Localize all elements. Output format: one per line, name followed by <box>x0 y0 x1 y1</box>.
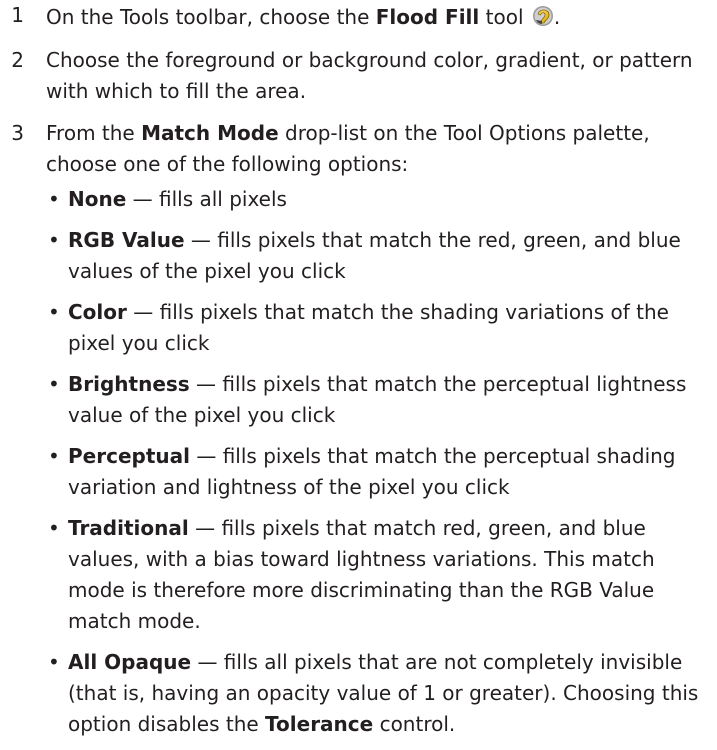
tolerance-term: Tolerance <box>265 712 374 736</box>
instruction-steps: 1 On the Tools toolbar, choose the Flood… <box>0 0 717 750</box>
step-2: 2 Choose the foreground or background co… <box>0 45 717 107</box>
bullet: • <box>48 650 60 674</box>
option-name: All Opaque <box>68 650 192 674</box>
list-item: • Traditional — fills pixels that match … <box>46 513 717 637</box>
option-description: — fills pixels that match the shading va… <box>68 300 669 355</box>
option-name: Traditional <box>68 516 189 540</box>
step-number: 2 <box>11 48 24 72</box>
list-item: • Brightness — fills pixels that match t… <box>46 369 717 431</box>
step-text: From the <box>46 121 142 145</box>
bullet: • <box>48 187 60 211</box>
step-text: Choose the foreground or background colo… <box>46 48 693 103</box>
list-item: • Perceptual — fills pixels that match t… <box>46 441 717 503</box>
flood-fill-tool-icon <box>532 6 553 26</box>
option-name: None <box>68 187 127 211</box>
option-name: Brightness <box>68 372 190 396</box>
bullet: • <box>48 444 60 468</box>
list-item: • RGB Value — fills pixels that match th… <box>46 225 717 287</box>
list-item: • None — fills all pixels <box>46 184 717 215</box>
step-text: On the Tools toolbar, choose the <box>46 5 376 29</box>
step-number: 3 <box>11 121 24 145</box>
step-text: tool <box>479 5 524 29</box>
bullet: • <box>48 228 60 252</box>
option-name: Perceptual <box>68 444 190 468</box>
step-number: 1 <box>11 3 24 27</box>
bullet: • <box>48 300 60 324</box>
match-mode-term: Match Mode <box>141 121 279 145</box>
bullet: • <box>48 372 60 396</box>
step-text: . <box>553 5 561 29</box>
flood-fill-term: Flood Fill <box>375 5 480 29</box>
option-name: RGB Value <box>68 228 185 252</box>
option-description: control. <box>373 712 456 736</box>
option-name: Color <box>68 300 127 324</box>
match-mode-options: • None — fills all pixels • RGB Value — … <box>46 184 717 740</box>
step-1: 1 On the Tools toolbar, choose the Flood… <box>0 0 717 33</box>
option-description: — fills all pixels <box>126 187 287 211</box>
step-3: 3 From the Match Mode drop-list on the T… <box>0 118 717 740</box>
list-item: • Color — fills pixels that match the sh… <box>46 297 717 359</box>
list-item: • All Opaque — fills all pixels that are… <box>46 647 717 740</box>
bullet: • <box>48 516 60 540</box>
